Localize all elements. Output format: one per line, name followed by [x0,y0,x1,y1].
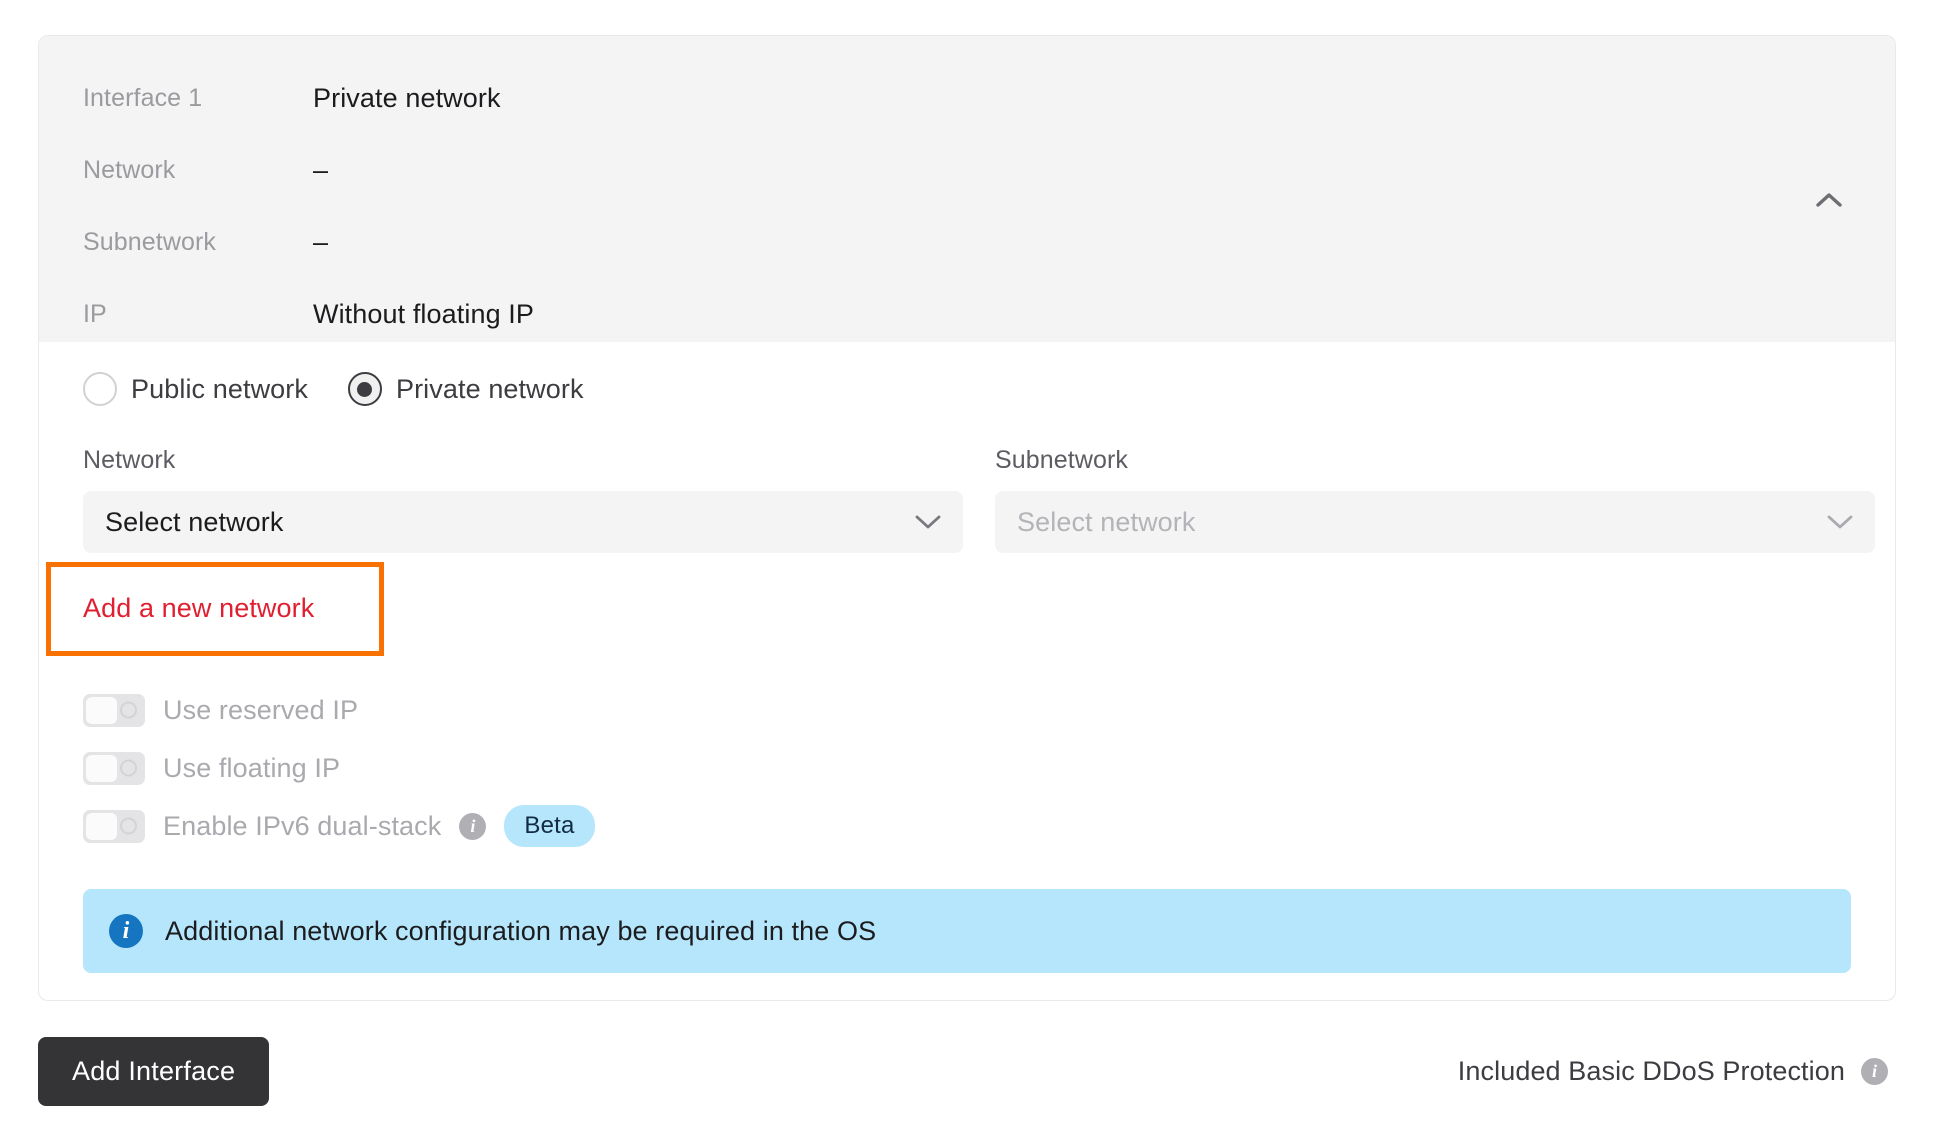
toggle-use-floating-ip[interactable] [83,751,145,785]
toggle-label-ipv6-dual-stack: Enable IPv6 dual-stack [163,810,442,841]
interface-body: Public network Private network Network S… [39,342,1895,973]
toggle-row-ipv6-dual-stack: Enable IPv6 dual-stack i Beta [83,797,1895,855]
summary-row: Network – [39,134,1895,206]
subnetwork-select[interactable]: Select network [995,491,1875,553]
toggle-row-floating-ip: Use floating IP [83,739,1895,797]
summary-label-ip: IP [83,299,107,328]
chevron-down-icon [915,515,941,529]
toggle-label-reserved-ip: Use reserved IP [163,694,359,725]
network-type-radio-group: Public network Private network [39,342,1895,406]
summary-value-network: – [313,154,329,185]
card-footer: Add Interface Included Basic DDoS Protec… [38,1037,1896,1106]
toggle-knob [86,754,117,782]
network-field-label: Network [83,446,176,474]
add-interface-button[interactable]: Add Interface [38,1037,270,1106]
ddos-protection-note: Included Basic DDoS Protection i [1458,1056,1896,1087]
toggle-row-reserved-ip: Use reserved IP [83,681,1895,739]
radio-label-public: Public network [131,373,308,404]
toggle-off-circle-icon [120,759,137,777]
toggle-knob [86,696,117,724]
radio-private-network[interactable]: Private network [347,372,584,406]
toggle-off-circle-icon [120,701,137,719]
info-banner: i Additional network configuration may b… [83,889,1851,973]
network-fields: Network Select network Subnetwork Select… [39,406,1895,553]
add-network-row: Add a new network [39,562,1895,663]
toggle-label-floating-ip: Use floating IP [163,752,341,783]
summary-value-ip: Without floating IP [313,298,535,329]
beta-badge: Beta [504,805,595,847]
chevron-down-icon [1827,515,1853,529]
collapse-toggle-button[interactable] [1799,169,1859,229]
info-icon: i [109,914,143,948]
info-icon[interactable]: i [1861,1058,1888,1085]
interface-summary-header: Interface 1 Private network Network – Su… [39,36,1895,342]
radio-circle-selected-icon [347,372,382,406]
radio-label-private: Private network [395,373,584,404]
summary-row: Subnetwork – [39,206,1895,278]
chevron-up-icon [1816,192,1842,207]
toggle-off-circle-icon [120,817,137,835]
ip-options-toggles: Use reserved IP Use floating IP Enable I… [39,681,1895,855]
subnetwork-field: Subnetwork Select network [995,446,1875,553]
toggle-knob [86,812,117,840]
ddos-protection-text: Included Basic DDoS Protection [1457,1056,1845,1086]
summary-label-interface: Interface 1 [83,83,203,112]
subnetwork-select-value: Select network [1017,506,1196,537]
summary-value-subnetwork: – [313,226,329,257]
summary-row: Interface 1 Private network [39,62,1895,134]
network-select-value: Select network [105,506,284,537]
interface-card: Interface 1 Private network Network – Su… [38,35,1896,1001]
toggle-use-reserved-ip[interactable] [83,693,145,727]
radio-circle-icon [83,372,117,406]
summary-label-network: Network [83,155,176,184]
info-icon[interactable]: i [459,812,487,840]
summary-row: IP Without floating IP [39,278,1895,350]
info-banner-text: Additional network configuration may be … [165,915,877,946]
network-select[interactable]: Select network [83,491,963,553]
radio-dot [357,381,373,397]
toggle-enable-ipv6-dual-stack[interactable] [83,809,145,843]
radio-public-network[interactable]: Public network [83,372,308,406]
network-field: Network Select network [83,446,963,553]
subnetwork-field-label: Subnetwork [995,446,1129,474]
summary-label-subnetwork: Subnetwork [83,227,217,256]
add-new-network-link[interactable]: Add a new network [83,591,314,625]
summary-value-interface: Private network [313,82,501,113]
network-interface-config-page: Interface 1 Private network Network – Su… [0,0,1934,1138]
